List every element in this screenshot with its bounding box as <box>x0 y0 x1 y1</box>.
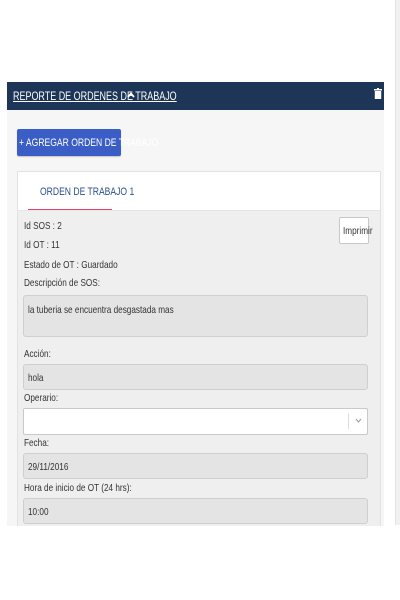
tab-label: ORDEN DE TRABAJO 1 <box>40 186 135 198</box>
estado-value: Guardado <box>81 259 118 271</box>
descripcion-label: Descripción de SOS: <box>24 277 101 289</box>
descripcion-field[interactable]: la tuberia se encuentra desgastada mas <box>23 295 368 337</box>
accion-value: hola <box>28 372 44 384</box>
chevron-up-icon[interactable] <box>127 91 135 99</box>
operario-label: Operario: <box>24 392 59 404</box>
hora-value: 10:00 <box>28 506 49 518</box>
print-button[interactable]: Imprimir <box>339 217 373 244</box>
select-divider <box>348 413 349 429</box>
accion-label: Acción: <box>24 348 51 360</box>
work-order-body: Imprimir Id SOS : 2 Id OT : 11 Estado de… <box>18 211 380 526</box>
panel-header: REPORTE DE ORDENES DE TRABAJO <box>7 82 384 110</box>
fecha-label: Fecha: <box>24 437 50 449</box>
estado-row: Estado de OT : Guardado <box>24 259 118 271</box>
hora-label: Hora de inicio de OT (24 hrs): <box>24 482 132 494</box>
accion-field[interactable]: hola <box>23 364 368 390</box>
descripcion-value: la tuberia se encuentra desgastada mas <box>28 304 174 316</box>
fecha-value: 29/11/2016 <box>28 461 69 473</box>
tab-work-order-1[interactable]: ORDEN DE TRABAJO 1 <box>28 172 134 211</box>
operario-select[interactable] <box>23 408 368 435</box>
add-work-order-button[interactable]: + AGREGAR ORDEN DE TRABAJO <box>17 129 158 156</box>
work-order-card: ORDEN DE TRABAJO 1 Imprimir Id SOS : 2 I… <box>17 171 381 526</box>
hora-field[interactable]: 10:00 <box>23 498 368 524</box>
id-sos-text: Id SOS : 2 <box>24 220 62 232</box>
work-order-report-panel: REPORTE DE ORDENES DE TRABAJO + AGREGAR … <box>7 82 384 526</box>
trash-icon[interactable] <box>374 88 382 99</box>
add-work-order-label: + AGREGAR ORDEN DE TRABAJO <box>19 137 159 149</box>
print-label: Imprimir <box>343 225 373 237</box>
panel-title-link[interactable]: REPORTE DE ORDENES DE TRABAJO <box>13 91 177 103</box>
id-ot-text: Id OT : 11 <box>24 239 60 251</box>
fecha-field[interactable]: 29/11/2016 <box>23 453 368 479</box>
page-scrollbar[interactable] <box>395 0 400 525</box>
estado-label: Estado de OT : <box>24 259 79 271</box>
chevron-down-icon <box>355 418 362 423</box>
